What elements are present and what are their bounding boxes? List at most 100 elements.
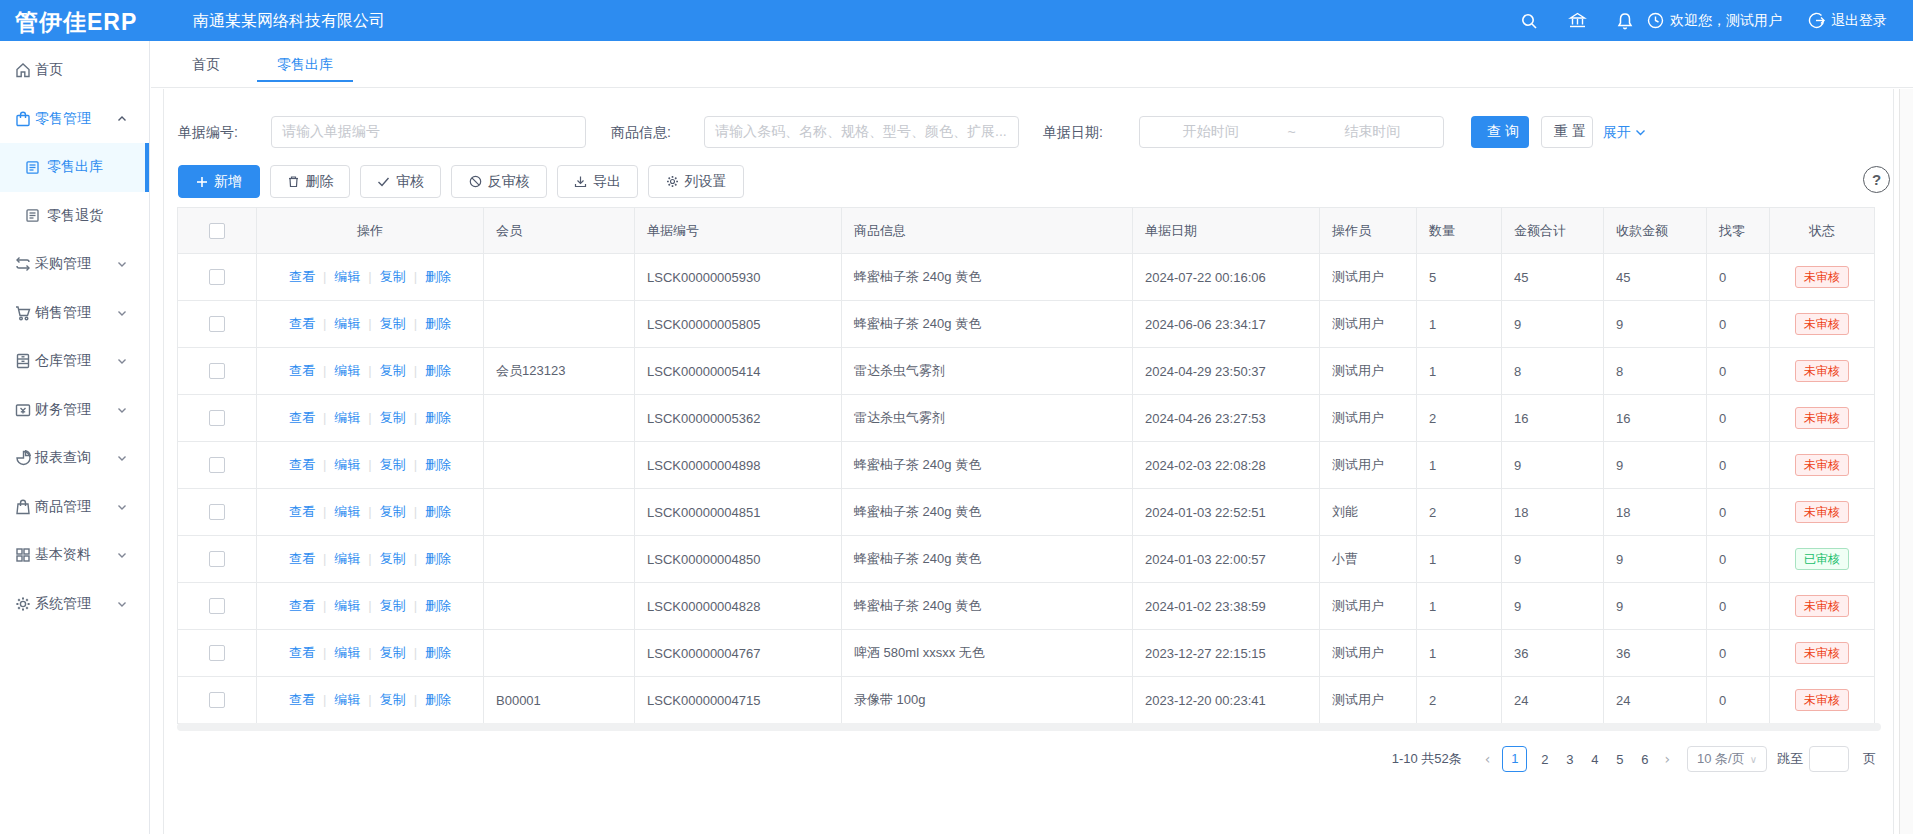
tab-home[interactable]: 首页 <box>192 41 220 88</box>
action-link-1[interactable]: 编辑 <box>334 598 360 613</box>
action-link-2[interactable]: 复制 <box>380 363 406 378</box>
action-link-3[interactable]: 删除 <box>425 410 451 425</box>
sidebar-item-retail-outbound[interactable]: 零售出库 <box>0 143 149 192</box>
action-link-1[interactable]: 编辑 <box>334 504 360 519</box>
action-link-1[interactable]: 编辑 <box>334 410 360 425</box>
action-link-1[interactable]: 编辑 <box>334 551 360 566</box>
sidebar-item-report-query[interactable]: 报表查询 <box>0 434 149 483</box>
page-4[interactable]: 4 <box>1589 752 1600 767</box>
action-link-0[interactable]: 查看 <box>289 692 315 707</box>
action-link-0[interactable]: 查看 <box>289 551 315 566</box>
row-actions: 查看|编辑|复制|删除 <box>257 630 484 677</box>
help-icon[interactable]: ? <box>1863 166 1890 193</box>
action-link-1[interactable]: 编辑 <box>334 457 360 472</box>
page-2[interactable]: 2 <box>1539 752 1550 767</box>
action-link-3[interactable]: 删除 <box>425 645 451 660</box>
row-checkbox[interactable] <box>178 442 257 489</box>
action-link-0[interactable]: 查看 <box>289 269 315 284</box>
expand-link[interactable]: 展开 <box>1603 116 1646 148</box>
reset-button[interactable]: 重置 <box>1541 116 1593 148</box>
select-all-checkbox[interactable] <box>178 208 257 254</box>
page-6[interactable]: 6 <box>1639 752 1650 767</box>
page-5[interactable]: 5 <box>1614 752 1625 767</box>
sidebar-item-home[interactable]: 首页 <box>0 46 149 95</box>
bank-icon[interactable] <box>1567 11 1587 31</box>
action-link-1[interactable]: 编辑 <box>334 692 360 707</box>
action-link-0[interactable]: 查看 <box>289 598 315 613</box>
bell-icon[interactable] <box>1615 11 1635 31</box>
action-link-0[interactable]: 查看 <box>289 645 315 660</box>
action-link-2[interactable]: 复制 <box>380 645 406 660</box>
action-link-1[interactable]: 编辑 <box>334 269 360 284</box>
status-badge: 未审核 <box>1795 689 1849 711</box>
column-settings-button[interactable]: 列设置 <box>648 165 744 198</box>
action-link-0[interactable]: 查看 <box>289 457 315 472</box>
action-link-2[interactable]: 复制 <box>380 598 406 613</box>
horizontal-scrollbar[interactable] <box>177 723 1881 731</box>
action-link-3[interactable]: 删除 <box>425 316 451 331</box>
vertical-scrollbar[interactable] <box>1899 89 1913 834</box>
action-link-0[interactable]: 查看 <box>289 316 315 331</box>
action-link-3[interactable]: 删除 <box>425 692 451 707</box>
row-checkbox[interactable] <box>178 536 257 583</box>
action-link-2[interactable]: 复制 <box>380 551 406 566</box>
row-checkbox[interactable] <box>178 395 257 442</box>
sidebar-item-goods-mgmt[interactable]: 商品管理 <box>0 483 149 532</box>
action-link-3[interactable]: 删除 <box>425 504 451 519</box>
sidebar-item-system-mgmt[interactable]: 系统管理 <box>0 580 149 629</box>
action-link-3[interactable]: 删除 <box>425 457 451 472</box>
query-button[interactable]: 查询 <box>1471 116 1529 148</box>
row-checkbox[interactable] <box>178 583 257 630</box>
action-link-3[interactable]: 删除 <box>425 269 451 284</box>
action-link-3[interactable]: 删除 <box>425 551 451 566</box>
action-link-2[interactable]: 复制 <box>380 410 406 425</box>
jump-label: 跳至 <box>1777 750 1803 768</box>
row-checkbox[interactable] <box>178 489 257 536</box>
next-page-icon[interactable]: › <box>1664 751 1670 767</box>
action-link-0[interactable]: 查看 <box>289 363 315 378</box>
row-checkbox[interactable] <box>178 348 257 395</box>
prev-page-icon[interactable]: ‹ <box>1485 751 1491 767</box>
action-link-1[interactable]: 编辑 <box>334 363 360 378</box>
action-link-3[interactable]: 删除 <box>425 598 451 613</box>
row-checkbox[interactable] <box>178 630 257 677</box>
date-range-input[interactable]: 开始时间 ~ 结束时间 <box>1139 116 1444 148</box>
row-checkbox[interactable] <box>178 677 257 724</box>
product-info-input[interactable]: 请输入条码、名称、规格、型号、颜色、扩展... <box>704 116 1019 148</box>
sidebar-item-sales-mgmt[interactable]: 销售管理 <box>0 289 149 338</box>
action-link-3[interactable]: 删除 <box>425 363 451 378</box>
order-no-input[interactable]: 请输入单据编号 <box>271 116 586 148</box>
logout-button[interactable]: 退出登录 <box>1806 11 1887 31</box>
action-link-2[interactable]: 复制 <box>380 504 406 519</box>
row-checkbox[interactable] <box>178 301 257 348</box>
action-link-0[interactable]: 查看 <box>289 504 315 519</box>
delete-button[interactable]: 删除 <box>270 165 350 198</box>
sidebar-item-basic-data[interactable]: 基本资料 <box>0 531 149 580</box>
row-checkbox[interactable] <box>178 254 257 301</box>
action-link-0[interactable]: 查看 <box>289 410 315 425</box>
export-button[interactable]: 导出 <box>557 165 638 198</box>
page-1[interactable]: 1 <box>1502 746 1527 772</box>
unaudit-button[interactable]: 反审核 <box>451 165 547 198</box>
page-3[interactable]: 3 <box>1564 752 1575 767</box>
audit-button[interactable]: 审核 <box>360 165 441 198</box>
sidebar-item-purchase-mgmt[interactable]: 采购管理 <box>0 240 149 289</box>
action-link-1[interactable]: 编辑 <box>334 645 360 660</box>
jump-input[interactable] <box>1809 746 1849 772</box>
page-size-select[interactable]: 10 条/页 ∨ <box>1687 746 1767 772</box>
sidebar-item-retail-mgmt[interactable]: 零售管理 <box>0 95 149 144</box>
action-link-2[interactable]: 复制 <box>380 316 406 331</box>
action-link-2[interactable]: 复制 <box>380 269 406 284</box>
add-button[interactable]: 新增 <box>178 165 260 198</box>
cell-date: 2024-04-29 23:50:37 <box>1133 348 1320 395</box>
row-actions: 查看|编辑|复制|删除 <box>257 254 484 301</box>
search-icon[interactable] <box>1519 11 1539 31</box>
welcome-text[interactable]: 欢迎您，测试用户 <box>1670 12 1782 30</box>
sidebar-item-retail-return[interactable]: 零售退货 <box>0 192 149 241</box>
sidebar-item-finance-mgmt[interactable]: 财务管理 <box>0 386 149 435</box>
tab-retail-outbound[interactable]: 零售出库 <box>277 41 333 88</box>
action-link-1[interactable]: 编辑 <box>334 316 360 331</box>
action-link-2[interactable]: 复制 <box>380 457 406 472</box>
sidebar-item-warehouse-mgmt[interactable]: 仓库管理 <box>0 337 149 386</box>
action-link-2[interactable]: 复制 <box>380 692 406 707</box>
